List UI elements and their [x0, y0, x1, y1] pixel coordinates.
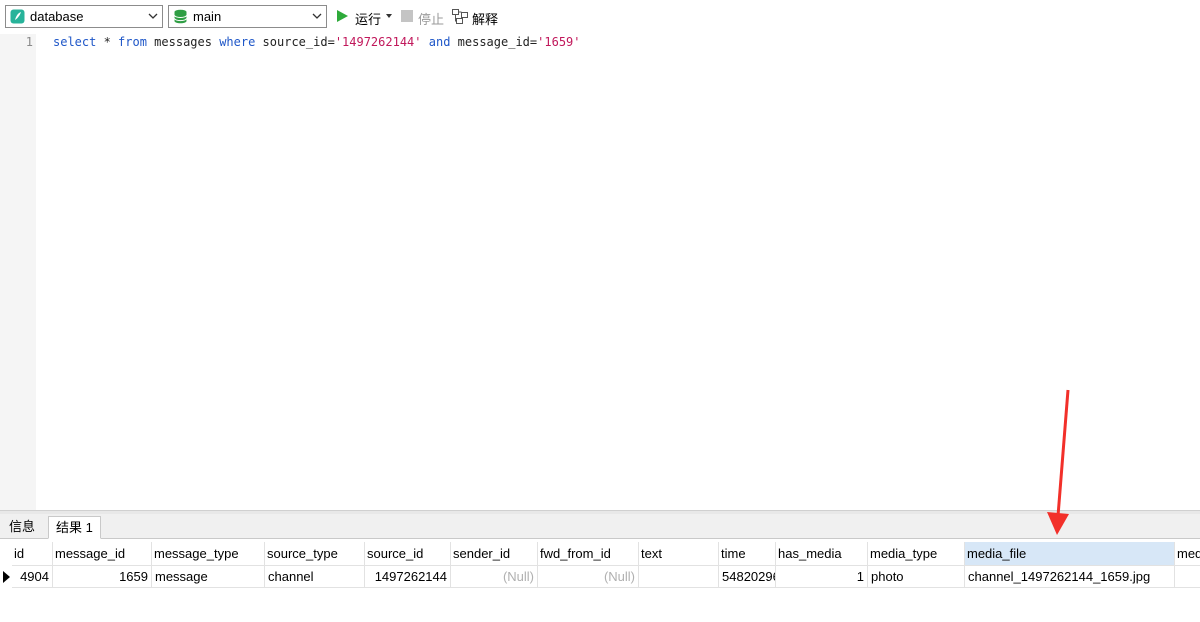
table-cell-source-id[interactable]: 1497262144	[365, 566, 451, 588]
stop-label: 停止	[418, 12, 445, 27]
column-header-med[interactable]: med	[1175, 542, 1200, 566]
annotation-arrow-icon	[1047, 389, 1070, 535]
tab-result-1[interactable]: 结果 1	[48, 516, 101, 539]
table-cell-media-type[interactable]: photo	[868, 566, 965, 588]
sql-keyword: from	[118, 35, 147, 49]
column-header-text[interactable]: text	[639, 542, 719, 566]
sql-keyword: select	[53, 35, 97, 49]
database-connection-icon	[10, 9, 25, 24]
line-number-gutter	[0, 34, 36, 510]
sql-text: message_id=	[450, 35, 538, 49]
result-tab-bar	[0, 514, 1200, 539]
sql-text: *	[96, 35, 119, 49]
table-cell-id[interactable]: 4904	[12, 566, 53, 588]
run-label: 运行	[355, 12, 382, 27]
table-cell-sender-id[interactable]: (Null)	[451, 566, 538, 588]
sql-text: messages	[146, 35, 220, 49]
table-cell-message-type[interactable]: message	[152, 566, 265, 588]
column-header-fwd-from-id[interactable]: fwd_from_id	[538, 542, 639, 566]
explain-label: 解释	[472, 12, 499, 27]
database-icon	[174, 9, 187, 24]
sql-text: source_id=	[255, 35, 335, 49]
column-header-media-file[interactable]: media_file	[965, 542, 1175, 566]
table-cell-med[interactable]	[1175, 566, 1200, 588]
sql-string-literal: '1659'	[537, 35, 581, 49]
line-number: 1	[25, 35, 33, 49]
dropdown-arrow-icon[interactable]	[385, 13, 393, 19]
sql-string-literal: '1497262144'	[334, 35, 422, 49]
table-cell-has-media[interactable]: 1	[776, 566, 868, 588]
table-cell-fwd-from-id[interactable]: (Null)	[538, 566, 639, 588]
column-header-source-id[interactable]: source_id	[365, 542, 451, 566]
table-cell-time[interactable]: 54820296	[719, 566, 776, 588]
stop-icon	[401, 10, 413, 22]
play-icon	[337, 10, 348, 22]
table-cell-media-file[interactable]: channel_1497262144_1659.jpg	[965, 566, 1175, 588]
column-header-id[interactable]: id	[12, 542, 53, 566]
explain-icon	[452, 9, 468, 24]
table-cell-message-id[interactable]: 1659	[53, 566, 152, 588]
table-cell-text[interactable]	[639, 566, 719, 588]
schema-select-label: main	[193, 9, 222, 24]
database-select-label: database	[30, 9, 84, 24]
sql-code-line[interactable]: select * from messages where source_id='…	[53, 35, 581, 49]
sql-keyword: and	[428, 35, 451, 49]
tab-info[interactable]: 信息	[2, 516, 42, 539]
current-row-indicator-icon	[3, 571, 10, 583]
column-header-media-type[interactable]: media_type	[868, 542, 965, 566]
table-cell-source-type[interactable]: channel	[265, 566, 365, 588]
schema-select[interactable]: main	[168, 5, 327, 28]
chevron-down-icon	[148, 13, 158, 19]
column-header-time[interactable]: time	[719, 542, 776, 566]
sql-keyword: where	[219, 35, 256, 49]
column-header-sender-id[interactable]: sender_id	[451, 542, 538, 566]
database-select[interactable]: database	[5, 5, 163, 28]
column-header-message-type[interactable]: message_type	[152, 542, 265, 566]
sql-editor[interactable]	[0, 34, 1200, 510]
column-header-source-type[interactable]: source_type	[265, 542, 365, 566]
column-header-message-id[interactable]: message_id	[53, 542, 152, 566]
chevron-down-icon	[312, 13, 322, 19]
column-header-has-media[interactable]: has_media	[776, 542, 868, 566]
